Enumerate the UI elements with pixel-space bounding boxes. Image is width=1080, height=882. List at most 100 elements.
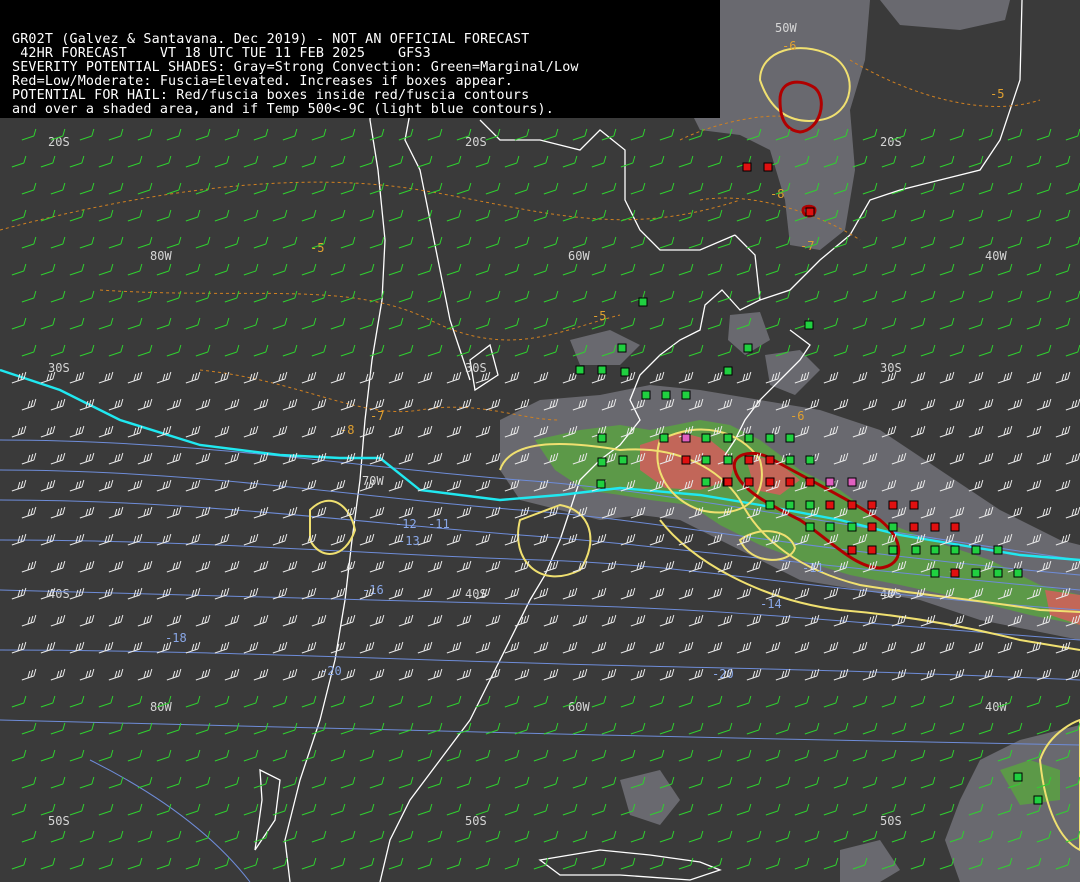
severity-box [597,433,607,443]
severity-box [888,500,898,510]
severity-box [909,522,919,532]
severity-box [742,162,752,172]
header-severity-legend-2: Red=Low/Moderate: Fuscia=Elevated. Incre… [12,74,513,89]
severity-box [847,477,857,487]
severity-box [825,500,835,510]
severity-box [930,522,940,532]
severity-box [805,455,815,465]
severity-box [971,568,981,578]
severity-box [681,390,691,400]
severity-box [723,366,733,376]
severity-box [971,545,981,555]
severity-box [723,433,733,443]
severity-box [930,568,940,578]
severity-box [950,568,960,578]
severity-box [785,433,795,443]
severity-box [681,455,691,465]
severity-box [1013,772,1023,782]
temp-label: -7 [370,409,384,423]
severity-box [888,545,898,555]
severity-box [723,455,733,465]
lat-label-50s-mid: 50S [465,814,487,828]
severity-box [765,433,775,443]
lat-label-50s-west: 50S [48,814,70,828]
severity-box [659,433,669,443]
lon-label-40w-north: 40W [985,249,1007,263]
severity-box [888,522,898,532]
severity-box [744,433,754,443]
lon-label-60w-south: 60W [568,700,590,714]
severity-box [597,457,607,467]
header-severity-legend: SEVERITY POTENTIAL SHADES: Gray=Strong C… [12,60,579,75]
severity-box [701,455,711,465]
severity-box [617,343,627,353]
temp-label: -6 [782,39,796,53]
severity-box [950,545,960,555]
cold-label: -14 [760,597,782,611]
forecast-map: 20S 20S 20S 30S 30S 30S 40S 40S 40S 50S … [0,0,1080,882]
severity-box [765,500,775,510]
severity-box [867,500,877,510]
severity-box [909,500,919,510]
severity-box [1013,568,1023,578]
severity-box [993,568,1003,578]
severity-box [701,477,711,487]
lon-label-40w-south: 40W [985,700,1007,714]
header-title: GR02T (Galvez & Santavana. Dec 2019) - N… [12,32,530,47]
severity-box [867,522,877,532]
severity-box [825,522,835,532]
severity-box [620,367,630,377]
lat-label-20s-east: 20S [880,135,902,149]
severity-box [596,479,606,489]
temp-label: -5 [592,309,606,323]
lat-label-30s-mid: 30S [465,361,487,375]
severity-box [805,500,815,510]
severity-box [785,455,795,465]
severity-box [765,455,775,465]
lat-label-40s-west: 40S [48,587,70,601]
lat-label-50s-east: 50S [880,814,902,828]
lon-label-80w-north: 80W [150,249,172,263]
cold-label: -11 [428,517,450,531]
severity-box [597,365,607,375]
severity-box [785,500,795,510]
temp-label: -8 [340,423,354,437]
severity-box [743,343,753,353]
severity-box [661,390,671,400]
severity-box [993,545,1003,555]
severity-box [847,522,857,532]
severity-box [744,477,754,487]
severity-box [805,522,815,532]
severity-box [804,320,814,330]
severity-box [847,500,857,510]
header-forecast-time: 42HR FORECAST VT 18 UTC TUE 11 FEB 2025 … [12,46,431,61]
severity-box [847,545,857,555]
lat-label-30s-west: 30S [48,361,70,375]
cold-label: -18 [165,631,187,645]
severity-box [701,433,711,443]
temp-label: -6 [790,409,804,423]
lon-label-50w: 50W [775,21,797,35]
severity-box [638,297,648,307]
severity-box [911,545,921,555]
severity-box [575,365,585,375]
severity-box [785,477,795,487]
severity-box [950,522,960,532]
severity-box [805,207,815,217]
severity-box [1033,795,1043,805]
severity-box [805,477,815,487]
lat-label-20s-mid: 20S [465,135,487,149]
lat-label-30s-east: 30S [880,361,902,375]
lon-label-60w-north: 60W [568,249,590,263]
severity-box [641,390,651,400]
severity-box [723,477,733,487]
severity-box [763,162,773,172]
severity-box [930,545,940,555]
severity-box [765,477,775,487]
severity-box [867,545,877,555]
severity-box [618,455,628,465]
severity-box [744,455,754,465]
cold-label: -12 [395,517,417,531]
severity-box [681,433,691,443]
severity-box [825,477,835,487]
